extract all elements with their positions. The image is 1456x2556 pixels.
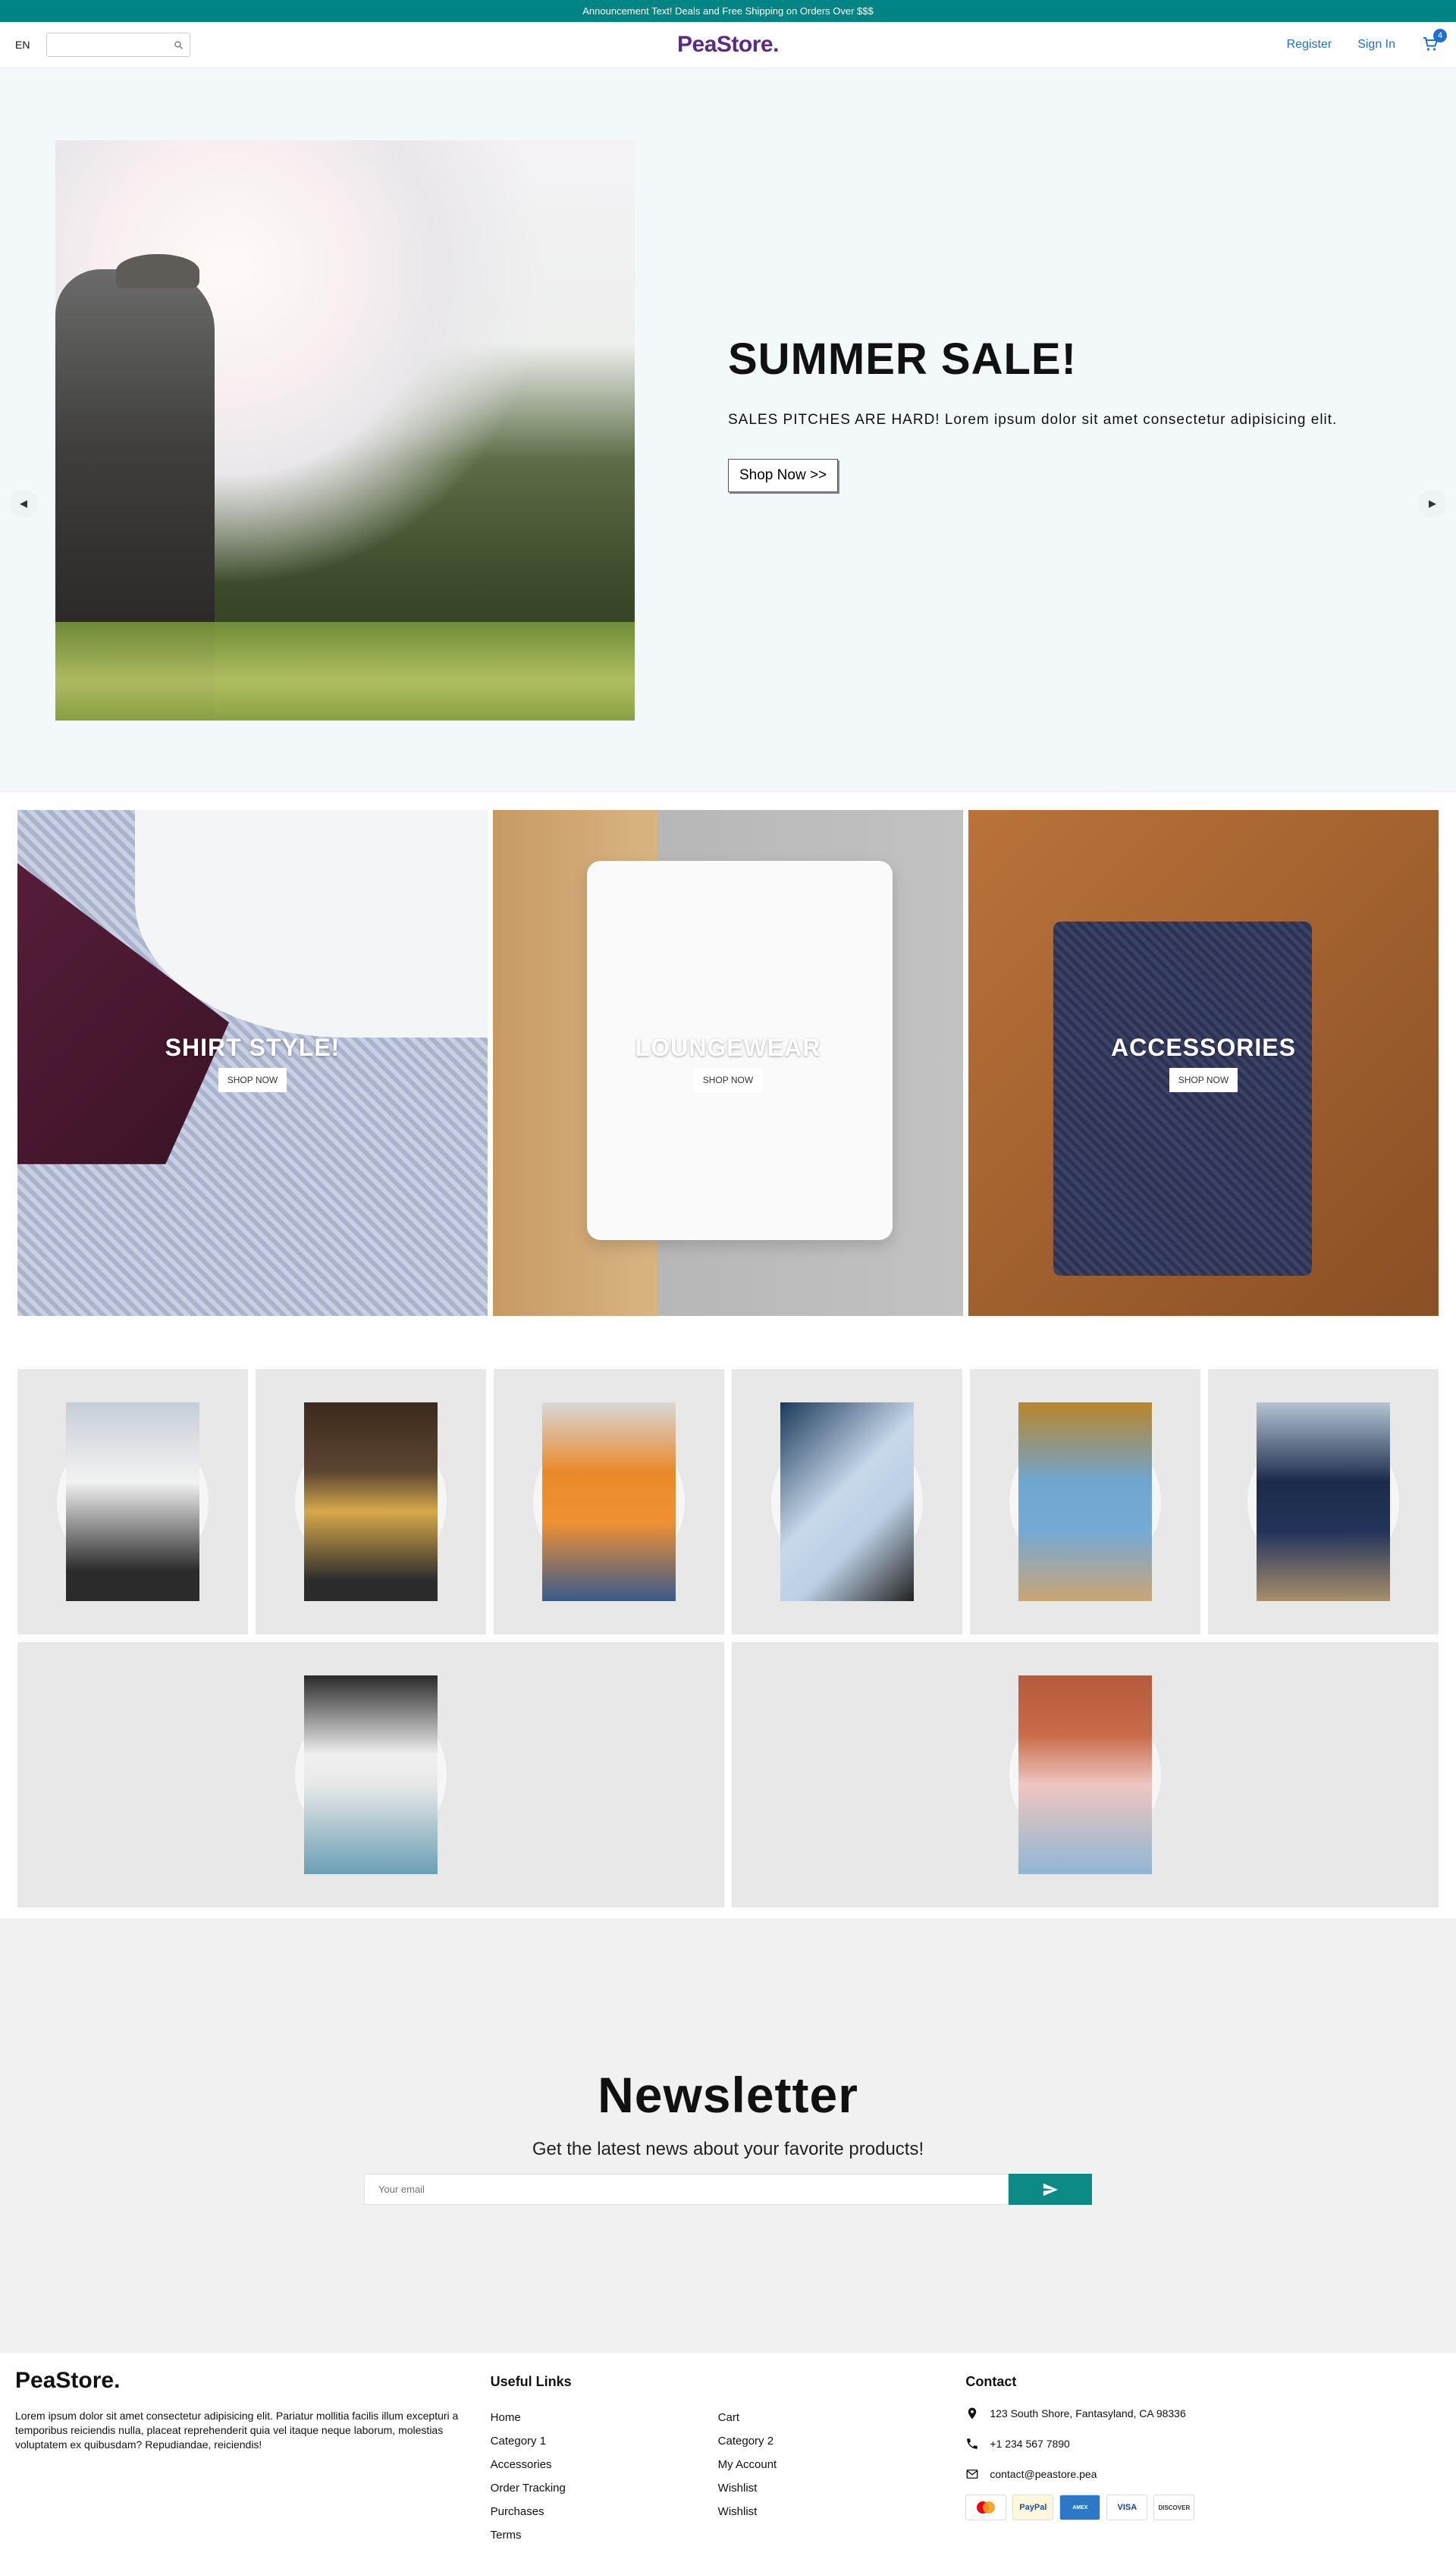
footer-link-cart[interactable]: Cart: [718, 2411, 946, 2424]
product-card[interactable]: [17, 1369, 248, 1634]
product-image: [1018, 1675, 1152, 1874]
product-grid: [0, 1369, 1456, 1908]
footer-links-columns: Home Category 1 Accessories Order Tracki…: [491, 2411, 966, 2542]
product-image: [304, 1675, 438, 1874]
category-banners: SHIRT STYLE! SHOP NOW LOUNGEWEAR SHOP NO…: [0, 793, 1456, 1369]
product-row: [17, 1642, 1439, 1908]
register-link[interactable]: Register: [1287, 38, 1332, 52]
visa-icon: VISA: [1106, 2495, 1148, 2520]
footer-contact-heading: Contact: [965, 2374, 1017, 2389]
slider-prev-button[interactable]: ◀: [9, 489, 38, 518]
mail-icon: [966, 2470, 978, 2479]
product-image: [1257, 1402, 1390, 1601]
product-card[interactable]: [732, 1369, 962, 1634]
language-selector[interactable]: EN: [15, 39, 30, 51]
shop-now-button[interactable]: Shop Now >>: [728, 459, 839, 492]
product-card[interactable]: [17, 1642, 724, 1908]
footer-about: PeaStore. Lorem ipsum dolor sit amet con…: [15, 2368, 491, 2546]
footer-link-category-1[interactable]: Category 1: [491, 2435, 718, 2448]
footer-link-purchases[interactable]: Purchases: [491, 2505, 718, 2518]
footer-link-category-2[interactable]: Category 2: [718, 2435, 946, 2448]
american-express-icon: AMEX: [1059, 2495, 1101, 2520]
footer-links-heading: Useful Links: [490, 2374, 572, 2389]
category-title: ACCESSORIES: [1111, 1034, 1296, 1061]
footer-link-wishlist-2[interactable]: Wishlist: [718, 2505, 946, 2518]
product-image: [66, 1402, 199, 1601]
product-image: [780, 1402, 914, 1601]
search-icon[interactable]: [174, 40, 184, 50]
location-pin-icon: [968, 2407, 977, 2419]
send-icon: [1043, 2183, 1059, 2196]
footer-link-my-account[interactable]: My Account: [718, 2458, 946, 2471]
site-footer: PeaStore. Lorem ipsum dolor sit amet con…: [0, 2353, 1456, 2546]
newsletter-subtitle: Get the latest news about your favorite …: [532, 2139, 924, 2159]
phone-icon: [967, 2438, 978, 2449]
category-shop-now-button[interactable]: SHOP NOW: [218, 1068, 287, 1092]
category-card-accessories[interactable]: ACCESSORIES SHOP NOW: [968, 810, 1439, 1316]
hero-title: SUMMER SALE!: [728, 334, 1077, 384]
footer-links-column: Cart Category 2 My Account Wishlist Wish…: [718, 2411, 946, 2542]
footer-link-wishlist[interactable]: Wishlist: [718, 2482, 946, 2495]
category-title: LOUNGEWEAR: [635, 1034, 821, 1061]
newsletter-title: Newsletter: [598, 2067, 858, 2123]
footer-link-terms[interactable]: Terms: [491, 2529, 718, 2542]
category-shop-now-button[interactable]: SHOP NOW: [1169, 1068, 1238, 1092]
search-input[interactable]: [46, 33, 191, 57]
product-card[interactable]: [256, 1369, 486, 1634]
hero-slider: ◀ SUMMER SALE! SALES PITCHES ARE HARD! L…: [0, 68, 1456, 793]
product-row: [17, 1369, 1439, 1634]
footer-logo[interactable]: PeaStore.: [15, 2368, 491, 2394]
product-card[interactable]: [732, 1642, 1439, 1908]
product-image: [304, 1402, 438, 1601]
contact-address: 123 South Shore, Fantasyland, CA 98336: [965, 2407, 1441, 2420]
category-title: SHIRT STYLE!: [165, 1034, 340, 1061]
contact-phone-text[interactable]: +1 234 567 7890: [990, 2438, 1070, 2450]
category-card-shirt-style[interactable]: SHIRT STYLE! SHOP NOW: [17, 810, 488, 1316]
contact-address-text: 123 South Shore, Fantasyland, CA 98336: [990, 2407, 1186, 2419]
hero-text: SUMMER SALE! SALES PITCHES ARE HARD! Lor…: [728, 334, 1410, 492]
sign-in-link[interactable]: Sign In: [1357, 38, 1395, 52]
product-card[interactable]: [494, 1369, 724, 1634]
footer-description: Lorem ipsum dolor sit amet consectetur a…: [15, 2410, 459, 2451]
announcement-bar: Announcement Text! Deals and Free Shippi…: [0, 0, 1456, 22]
chevron-right-icon: ▶: [1429, 498, 1436, 509]
chevron-left-icon: ◀: [20, 498, 27, 509]
footer-link-home[interactable]: Home: [491, 2411, 718, 2424]
category-card-loungewear[interactable]: LOUNGEWEAR SHOP NOW: [493, 810, 963, 1316]
newsletter-email-input[interactable]: [364, 2174, 1009, 2205]
hero-hat-shape: [116, 254, 199, 288]
product-card[interactable]: [1208, 1369, 1439, 1634]
footer-link-order-tracking[interactable]: Order Tracking: [491, 2482, 718, 2495]
hero-description: SALES PITCHES ARE HARD! Lorem ipsum dolo…: [728, 412, 1338, 428]
announcement-text: Announcement Text! Deals and Free Shippi…: [582, 5, 874, 17]
hero-image: [55, 140, 635, 721]
newsletter-submit-button[interactable]: [1009, 2174, 1092, 2205]
nav-right: Register Sign In 4: [1287, 29, 1447, 55]
product-card[interactable]: [970, 1369, 1200, 1634]
paypal-icon: PayPal: [1012, 2495, 1054, 2520]
hero-grass-shape: [55, 622, 635, 721]
footer-links: Useful Links Home Category 1 Accessories…: [491, 2368, 966, 2546]
footer-links-column: Home Category 1 Accessories Order Tracki…: [491, 2411, 718, 2542]
footer-link-accessories[interactable]: Accessories: [491, 2458, 718, 2471]
discover-icon: DISCOVER: [1153, 2495, 1195, 2520]
footer-contact: Contact 123 South Shore, Fantasyland, CA…: [965, 2368, 1441, 2546]
newsletter-form: [364, 2174, 1092, 2205]
nav-left: EN: [15, 33, 191, 57]
slider-next-button[interactable]: ▶: [1418, 489, 1447, 518]
contact-phone: +1 234 567 7890: [965, 2437, 1441, 2451]
product-image: [542, 1402, 676, 1601]
payment-methods: PayPal AMEX VISA DISCOVER: [965, 2495, 1441, 2520]
contact-email: contact@peastore.pea: [965, 2467, 1441, 2481]
cart-button[interactable]: 4: [1421, 29, 1447, 55]
site-logo[interactable]: PeaStore.: [677, 32, 779, 58]
mastercard-icon: [965, 2495, 1007, 2520]
product-image: [1018, 1402, 1152, 1601]
cart-count-badge: 4: [1433, 29, 1447, 42]
contact-email-text[interactable]: contact@peastore.pea: [990, 2468, 1097, 2480]
newsletter-section: Newsletter Get the latest news about you…: [0, 1918, 1456, 2353]
category-shop-now-button[interactable]: SHOP NOW: [693, 1068, 763, 1092]
top-navbar: EN PeaStore. Register Sign In 4: [0, 22, 1456, 68]
